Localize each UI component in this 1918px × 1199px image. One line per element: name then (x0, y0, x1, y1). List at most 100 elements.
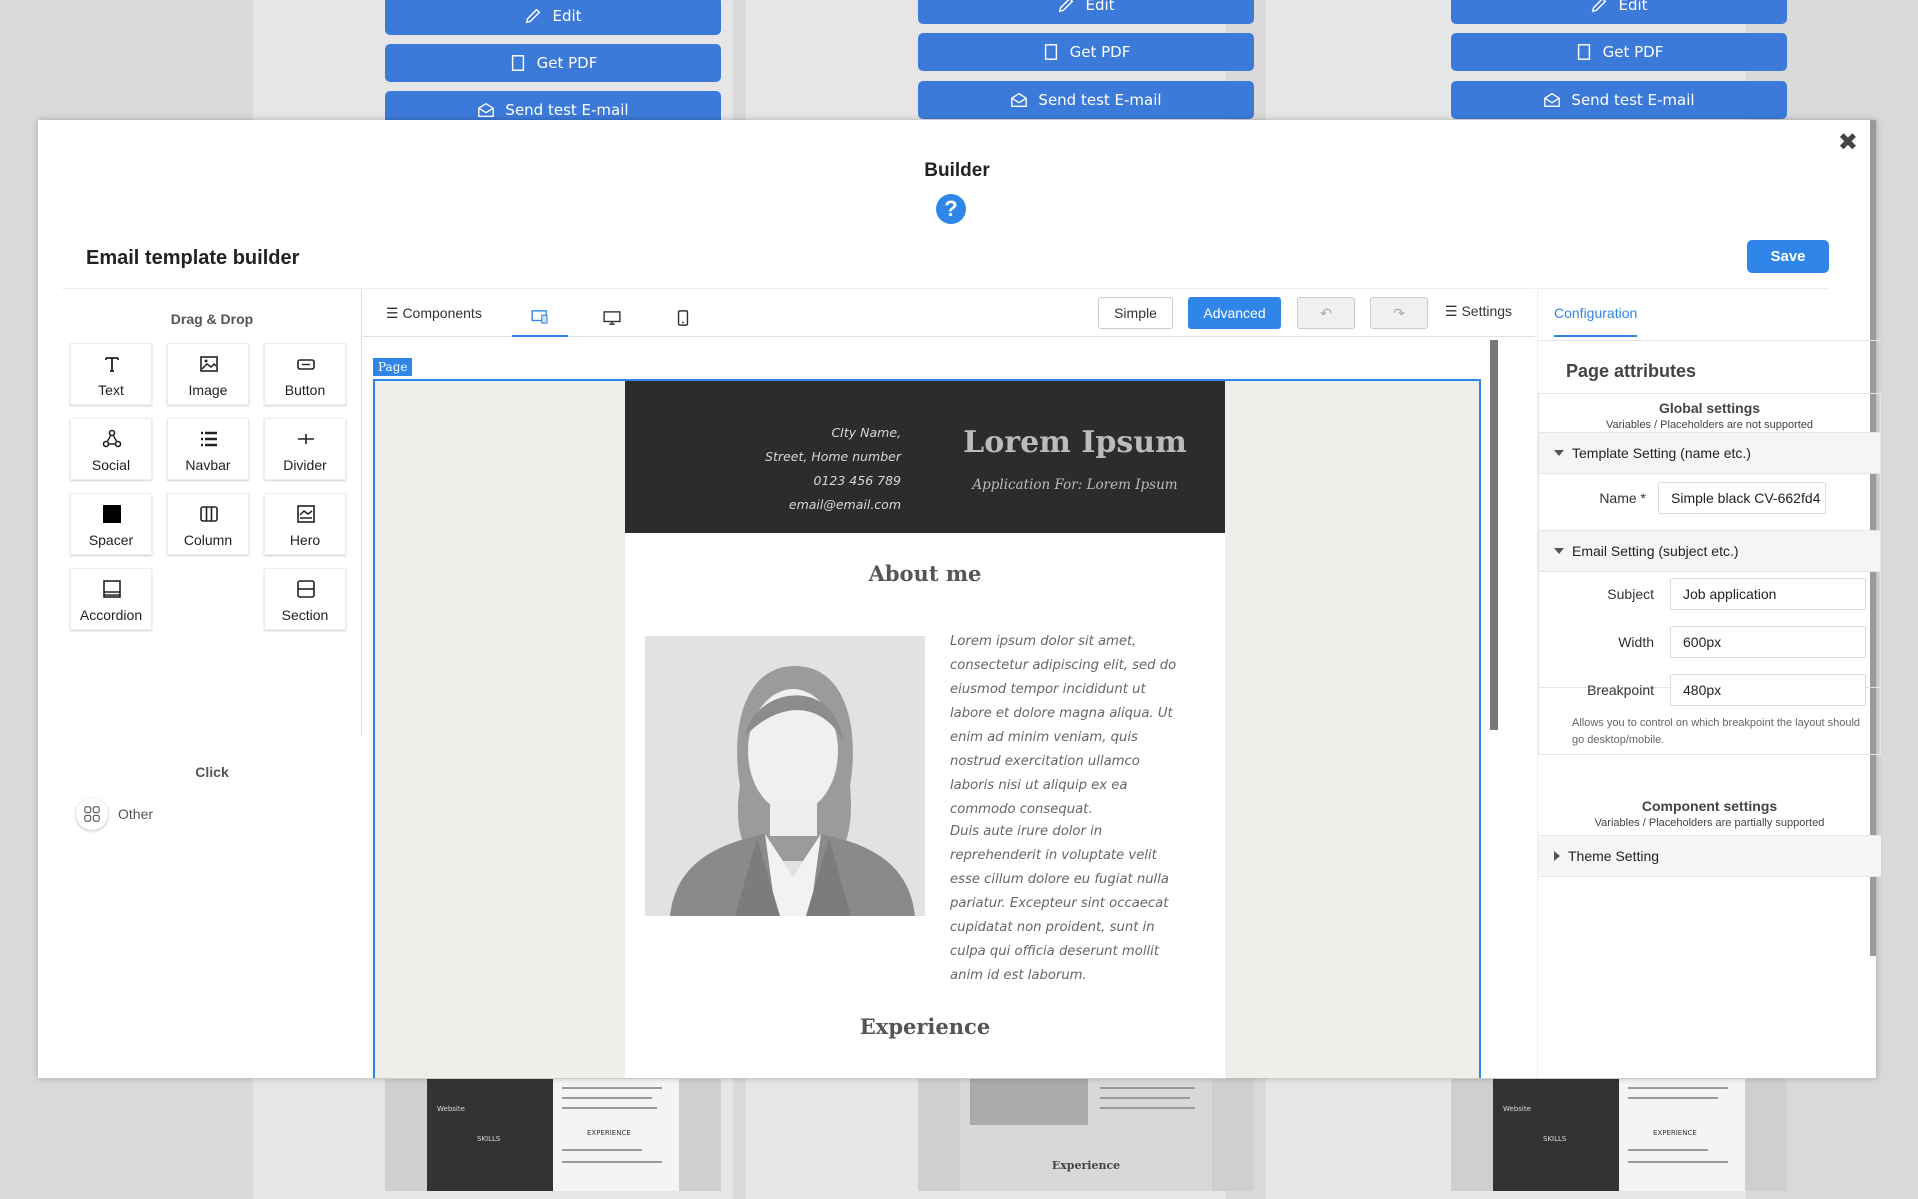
undo-icon: ↶ (1320, 304, 1332, 321)
send-test-email-button[interactable]: Send test E-mail (918, 81, 1254, 119)
spacer-icon (103, 505, 121, 523)
divider-icon (298, 434, 314, 444)
image-block-label: Image (188, 382, 228, 398)
grid-icon (76, 798, 108, 830)
other-button[interactable]: Other (76, 798, 153, 830)
canvas-scrollbar[interactable] (1490, 340, 1498, 730)
template-thumbnail-3[interactable]: Website SKILLS EXPERIENCE (1451, 1079, 1787, 1191)
accordion-block[interactable]: Accordion (70, 568, 152, 630)
edit-button[interactable]: Edit (1451, 0, 1787, 24)
hero-block[interactable]: Hero (264, 493, 346, 555)
simple-mode-button[interactable]: Simple (1098, 297, 1173, 329)
button-icon (297, 359, 315, 370)
header-subtitle[interactable]: Application For: Lorem Ipsum (925, 477, 1225, 493)
configuration-tab[interactable]: Configuration (1554, 305, 1638, 337)
header-title[interactable]: Lorem Ipsum (925, 425, 1225, 460)
get-pdf-button[interactable]: Get PDF (918, 33, 1254, 71)
navbar-block[interactable]: Navbar (167, 418, 249, 480)
edit-label: Edit (1618, 0, 1648, 14)
spacer-block-label: Spacer (88, 532, 134, 548)
pdf-icon (511, 55, 524, 71)
envelope-icon (478, 102, 495, 117)
envelope-icon (1011, 92, 1028, 107)
page-badge: Page (373, 358, 413, 376)
experience-heading[interactable]: Experience (625, 1014, 1225, 1039)
redo-button[interactable]: ↷ (1370, 297, 1428, 329)
builder-title: Email template builder (86, 247, 300, 269)
column-icon (200, 506, 218, 522)
accordion-block-label: Accordion (79, 607, 143, 623)
pencil-icon (526, 8, 541, 24)
social-icon (102, 429, 122, 448)
page-frame[interactable]: CIty Name, Street, Home number 0123 456 … (373, 379, 1481, 1078)
person-silhouette-icon (645, 636, 925, 916)
column-block-label: Column (183, 532, 233, 548)
navbar-icon (201, 431, 217, 447)
image-block[interactable]: Image (167, 343, 249, 405)
edit-label: Edit (1085, 0, 1115, 14)
email-label: Send test E-mail (1038, 91, 1162, 109)
help-icon[interactable]: ? (936, 194, 966, 224)
text-icon (105, 357, 119, 372)
section-block[interactable]: Section (264, 568, 346, 630)
column-block[interactable]: Column (167, 493, 249, 555)
template-thumbnail-2[interactable]: Experience (918, 1079, 1254, 1191)
component-settings-heading: Component settings (1641, 798, 1778, 814)
address-block[interactable]: CIty Name, Street, Home number 0123 456 … (765, 421, 901, 517)
components-toggle[interactable]: ☰ Components (386, 305, 482, 322)
edit-button[interactable]: Edit (385, 0, 721, 35)
other-label: Other (118, 806, 154, 822)
thumb-experience-caps: EXPERIENCE (587, 1129, 631, 1137)
about-heading[interactable]: About me (625, 561, 1225, 586)
email-template[interactable]: CIty Name, Street, Home number 0123 456 … (625, 381, 1225, 1078)
pdf-label: Get PDF (1602, 43, 1664, 61)
pdf-label: Get PDF (536, 54, 598, 72)
settings-toggle[interactable]: ☰ Settings (1445, 303, 1512, 320)
advanced-mode-button[interactable]: Advanced (1188, 297, 1281, 329)
component-settings-note: Variables / Placeholders are partially s… (1594, 817, 1825, 829)
template-thumbnail-1[interactable]: Website SKILLS EXPERIENCE (385, 1079, 721, 1191)
profile-photo[interactable] (645, 636, 925, 916)
device-responsive-tab[interactable] (512, 299, 568, 337)
spacer-block[interactable]: Spacer (70, 493, 152, 555)
mobile-icon (677, 310, 689, 326)
button-block[interactable]: Button (264, 343, 346, 405)
drag-drop-heading: Drag & Drop (170, 311, 254, 327)
hero-block-label: Hero (289, 532, 321, 548)
text-block-label: Text (98, 382, 124, 398)
bio-paragraph[interactable]: Lorem ipsum dolor sit amet, consectetur … (950, 630, 1185, 822)
email-line: email@email.com (788, 497, 901, 512)
theme-setting-label: Theme Setting (1568, 848, 1660, 864)
phone-line: 0123 456 789 (813, 473, 901, 488)
pencil-icon (1592, 0, 1607, 13)
thumb-experience-caps: EXPERIENCE (1653, 1129, 1697, 1137)
get-pdf-button[interactable]: Get PDF (385, 44, 721, 82)
section-icon (297, 580, 315, 598)
thumb-experience-title: Experience (1051, 1159, 1121, 1172)
redo-icon: ↷ (1393, 304, 1405, 321)
editor-canvas: Page CIty Name, Street, Home number 0123… (363, 338, 1535, 1078)
theme-setting-section[interactable]: Theme Setting (1538, 835, 1881, 877)
social-block[interactable]: Social (70, 418, 152, 480)
email-header[interactable]: CIty Name, Street, Home number 0123 456 … (625, 381, 1225, 533)
click-heading: Click (195, 764, 229, 780)
section-block-label: Section (281, 607, 329, 623)
accordion-icon (103, 580, 121, 598)
navbar-block-label: Navbar (185, 457, 231, 473)
save-button[interactable]: Save (1747, 240, 1829, 273)
pencil-icon (1059, 0, 1074, 13)
divider-block-label: Divider (283, 457, 327, 473)
send-test-email-button[interactable]: Send test E-mail (1451, 81, 1787, 119)
thumb-website-text: Website (437, 1105, 465, 1113)
device-mobile-tab[interactable] (655, 299, 711, 337)
device-desktop-tab[interactable] (584, 299, 640, 337)
get-pdf-button[interactable]: Get PDF (1451, 33, 1787, 71)
edit-button[interactable]: Edit (918, 0, 1254, 24)
thumb-skills-text: SKILLS (477, 1135, 501, 1143)
page-attributes-title: Page attributes (1566, 361, 1697, 381)
undo-button[interactable]: ↶ (1297, 297, 1355, 329)
divider-block[interactable]: Divider (264, 418, 346, 480)
text-block[interactable]: Text (70, 343, 152, 405)
bio-paragraph[interactable]: Duis aute irure dolor in reprehenderit i… (950, 820, 1185, 988)
close-icon[interactable]: ✖ (1838, 128, 1858, 156)
